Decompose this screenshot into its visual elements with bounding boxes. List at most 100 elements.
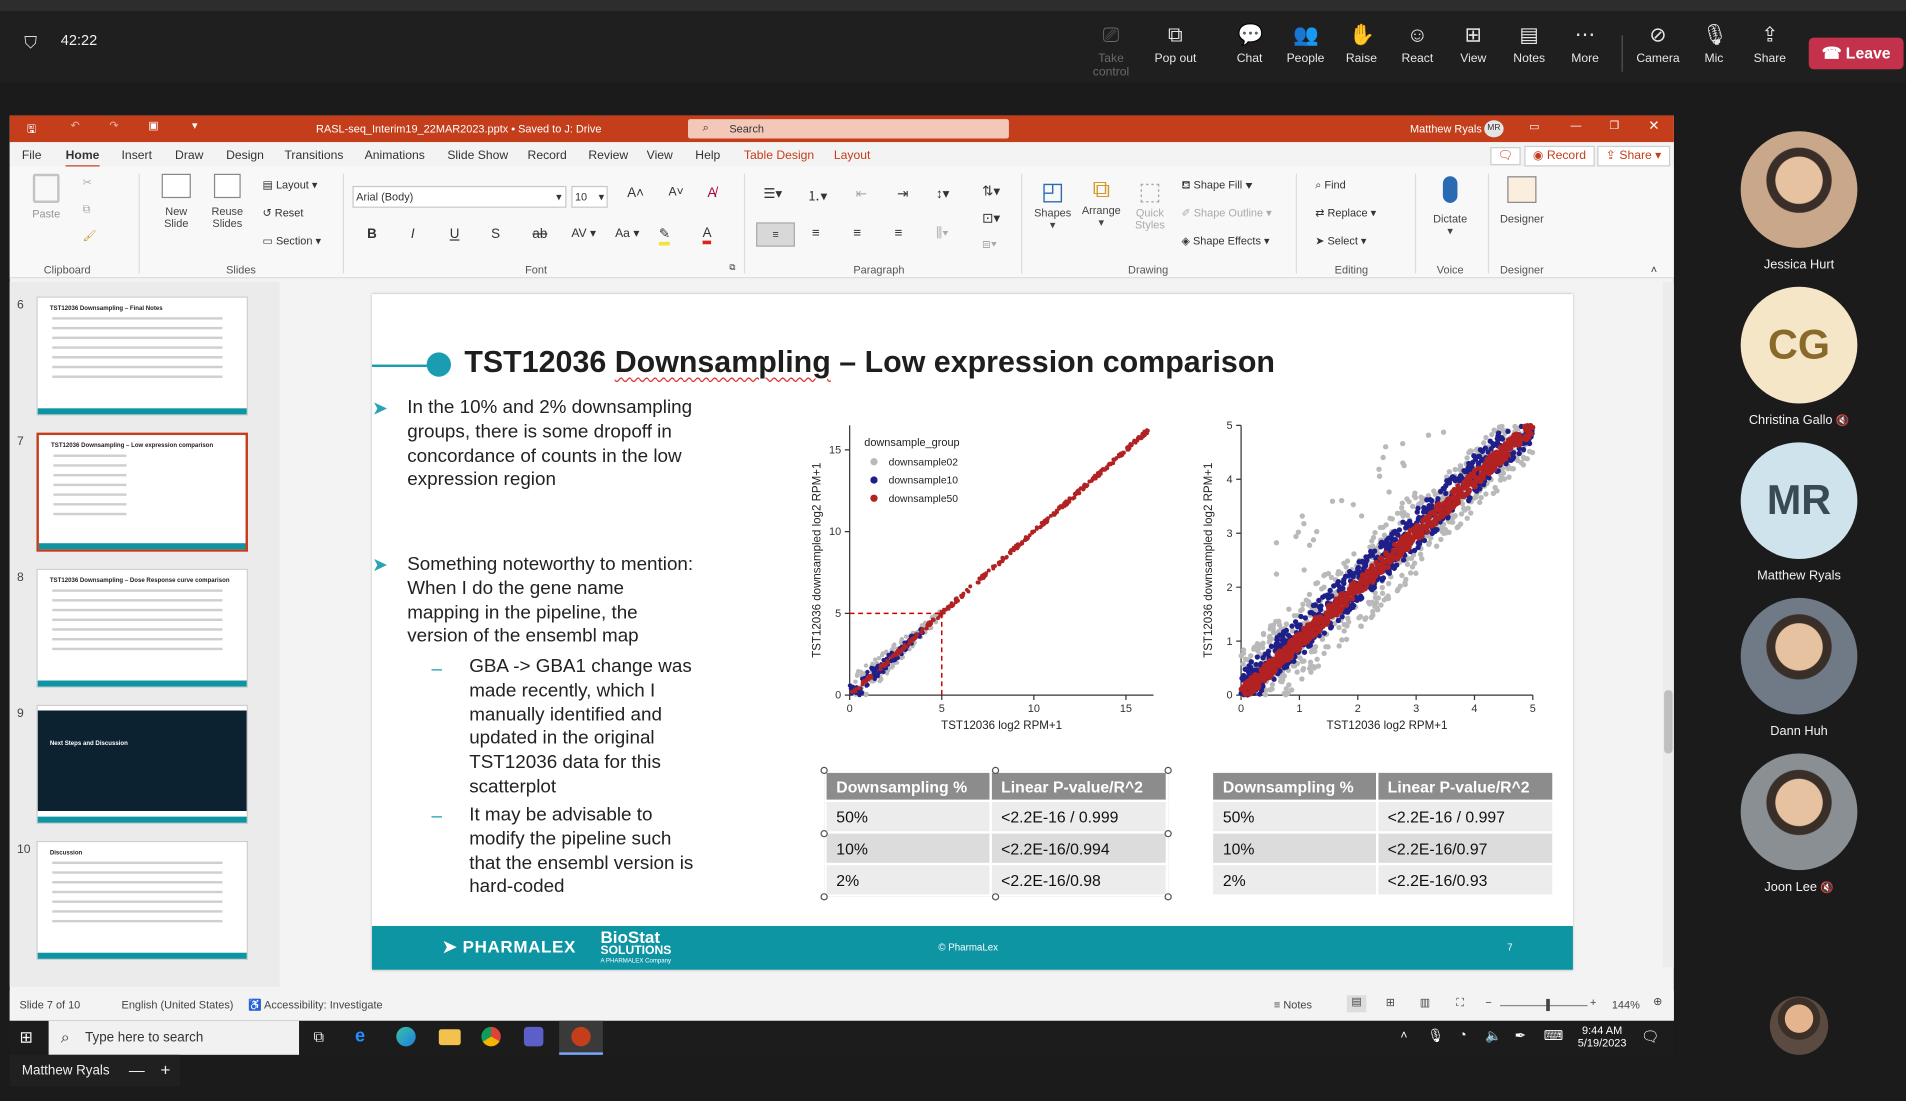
reading-view-icon[interactable]: ▥ <box>1420 996 1430 1009</box>
dictate-button[interactable]: Dictate ▾ <box>1427 176 1473 238</box>
redo-icon[interactable]: ↷ <box>109 119 118 132</box>
table-cell[interactable]: 50% <box>824 799 992 834</box>
italic-icon[interactable]: I <box>411 227 415 242</box>
file-explorer-icon[interactable] <box>438 1029 461 1046</box>
copy-icon[interactable]: ⧉ <box>83 203 91 216</box>
resize-handle[interactable] <box>991 766 1000 775</box>
present-icon[interactable]: ▣ <box>148 119 158 132</box>
shape-outline-button[interactable]: ✐ Shape Outline ▾ <box>1182 207 1272 220</box>
save-icon[interactable]: 🖫 <box>27 120 36 139</box>
table-cell[interactable]: <2.2E-16 / 0.997 <box>1375 799 1555 834</box>
justify-icon[interactable]: ≡ <box>895 226 903 241</box>
mic-tray-icon[interactable]: 🎙 <box>1427 1028 1444 1044</box>
record-button[interactable]: ◉ Record <box>1524 145 1595 167</box>
teams-icon[interactable] <box>523 1026 544 1047</box>
participant-tile[interactable]: MR Matthew Ryals <box>1690 442 1906 583</box>
zoom-in-button[interactable]: + <box>160 1060 170 1079</box>
shape-effects-button[interactable]: ◈ Shape Effects ▾ <box>1182 235 1270 248</box>
vertical-scrollbar[interactable] <box>1662 281 1674 968</box>
slide-thumbnail[interactable]: TST12036 Downsampling – Low expression c… <box>36 432 248 552</box>
collapse-ribbon-icon[interactable]: ˄ <box>1651 264 1657 276</box>
raise-button[interactable]: ✋ Raise <box>1330 23 1393 66</box>
slide-thumbnail[interactable]: TST12036 Downsampling – Dose Response cu… <box>36 568 248 688</box>
tab-record[interactable]: Record <box>528 149 567 162</box>
zoom-slider[interactable] <box>1500 998 1588 1012</box>
zoom-out-button[interactable]: — <box>129 1061 145 1079</box>
slide-counter[interactable]: Slide 7 of 10 <box>19 999 80 1011</box>
dialog-launcher-icon[interactable]: ⧉ <box>729 264 735 274</box>
tab-insert[interactable]: Insert <box>122 149 152 162</box>
share-button[interactable]: ⇪ Share ▾ <box>1597 145 1670 167</box>
scrollbar-thumb[interactable] <box>1664 690 1673 754</box>
resize-handle[interactable] <box>820 766 828 775</box>
scatter-plot-chart-1[interactable]: 0 5 10 15 0 5 10 15 TST12036 log2 RPM+1 TST12036 … <box>789 413 1154 741</box>
volume-icon[interactable]: 🔈 <box>1485 1028 1502 1044</box>
more-button[interactable]: ⋯ More <box>1553 23 1616 66</box>
table-cell[interactable]: <2.2E-16/0.93 <box>1375 862 1555 897</box>
replace-button[interactable]: ⇄ Replace ▾ <box>1315 207 1376 220</box>
zoom-in-icon[interactable]: + <box>1590 996 1596 1008</box>
quick-styles-button[interactable]: ⬚ Quick Styles <box>1128 176 1172 231</box>
notes-button[interactable]: ▤ Notes <box>1498 23 1561 66</box>
resize-handle[interactable] <box>1164 830 1172 838</box>
powerpoint-taskbar-button[interactable] <box>559 1020 603 1055</box>
tab-view[interactable]: View <box>647 149 673 162</box>
tab-help[interactable]: Help <box>695 149 720 162</box>
increase-indent-icon[interactable]: ⇥ <box>897 186 908 202</box>
scatter-plot-chart-2[interactable]: 0 1 2 3 4 5 0 1 2 3 4 5 TST12036 log2 RPM+1 TST12036 … <box>1186 413 1551 741</box>
customize-qat-icon[interactable]: ▾ <box>192 119 198 132</box>
slide-thumbnail[interactable]: Next Steps and Discussion <box>36 704 248 824</box>
maximize-button[interactable]: ❐ <box>1609 119 1619 132</box>
tab-design[interactable]: Design <box>226 149 264 162</box>
table-cell[interactable]: <2.2E-16/0.97 <box>1375 831 1555 866</box>
slide-sorter-icon[interactable]: ⊞ <box>1386 996 1395 1009</box>
zoom-level[interactable]: 144% <box>1612 999 1640 1011</box>
section-button[interactable]: ▭ Section ▾ <box>263 235 321 248</box>
normal-view-icon[interactable]: ▤ <box>1346 995 1367 1013</box>
tab-file[interactable]: File <box>22 149 42 162</box>
pop-out-button[interactable]: ⧉ Pop out <box>1144 23 1207 66</box>
share-button[interactable]: ⇪ Share <box>1738 23 1801 66</box>
people-button[interactable]: 👥 People <box>1274 23 1337 66</box>
edge-icon[interactable] <box>396 1026 416 1047</box>
align-left-icon[interactable]: ≡ <box>756 222 795 247</box>
designer-button[interactable]: Designer <box>1495 176 1548 225</box>
tab-home[interactable]: Home <box>65 149 100 168</box>
table-header-cell[interactable]: Linear P-value/R^2 <box>1375 770 1555 803</box>
clear-formatting-icon[interactable]: A̸ <box>707 186 716 201</box>
participant-tile[interactable]: Dann Huh <box>1690 597 1906 739</box>
slideshow-view-icon[interactable]: ⛶ <box>1456 996 1464 1009</box>
participant-tile[interactable]: Jessica Hurt <box>1690 131 1906 272</box>
zoom-slider-thumb[interactable] <box>1546 998 1550 1012</box>
strikethrough-icon[interactable]: ab <box>532 227 547 242</box>
tab-review[interactable]: Review <box>588 149 628 162</box>
slide-thumbnail[interactable]: Discussion <box>36 840 248 961</box>
keyboard-icon[interactable]: ⌨ <box>1544 1028 1563 1044</box>
tab-table-design[interactable]: Table Design <box>744 149 814 162</box>
react-button[interactable]: ☺ React <box>1386 23 1449 66</box>
font-color-icon[interactable]: A <box>702 226 712 245</box>
network-icon[interactable]: ◔ <box>1459 1028 1467 1043</box>
comments-icon[interactable]: 🗨 <box>1490 147 1521 166</box>
table-cell[interactable]: <2.2E-16 / 0.999 <box>988 799 1169 834</box>
search-box[interactable]: ⌕ Search <box>688 119 1009 139</box>
table-cell[interactable]: <2.2E-16/0.98 <box>988 862 1169 897</box>
tab-slide-show[interactable]: Slide Show <box>447 149 508 162</box>
participant-tile[interactable]: CG Christina Gallo 🔇 <box>1690 286 1906 428</box>
zoom-out-icon[interactable]: − <box>1485 996 1491 1008</box>
table-cell[interactable]: 2% <box>824 862 992 897</box>
tab-animations[interactable]: Animations <box>365 149 425 162</box>
font-name-dropdown[interactable]: Arial (Body) ▾ <box>352 185 567 208</box>
table-header-cell[interactable]: Linear P-value/R^2 <box>988 770 1169 803</box>
smartart-icon[interactable]: ⧈▾ <box>982 237 997 253</box>
slide-thumbnail[interactable]: TST12036 Downsampling – Final Notes <box>36 296 248 416</box>
cut-icon[interactable]: ✂ <box>83 176 92 189</box>
decrease-indent-icon[interactable]: ⇤ <box>856 186 867 202</box>
change-case-icon[interactable]: Aa ▾ <box>615 227 639 240</box>
leave-button[interactable]: ☎ Leave <box>1808 37 1904 70</box>
accessibility-status[interactable]: ♿ Accessibility: Investigate <box>248 999 383 1012</box>
reset-button[interactable]: ↺ Reset <box>263 207 304 220</box>
char-spacing-icon[interactable]: AV ▾ <box>571 227 596 240</box>
format-painter-icon[interactable]: 🖌 <box>83 230 97 243</box>
align-right-icon[interactable]: ≡ <box>853 226 861 241</box>
